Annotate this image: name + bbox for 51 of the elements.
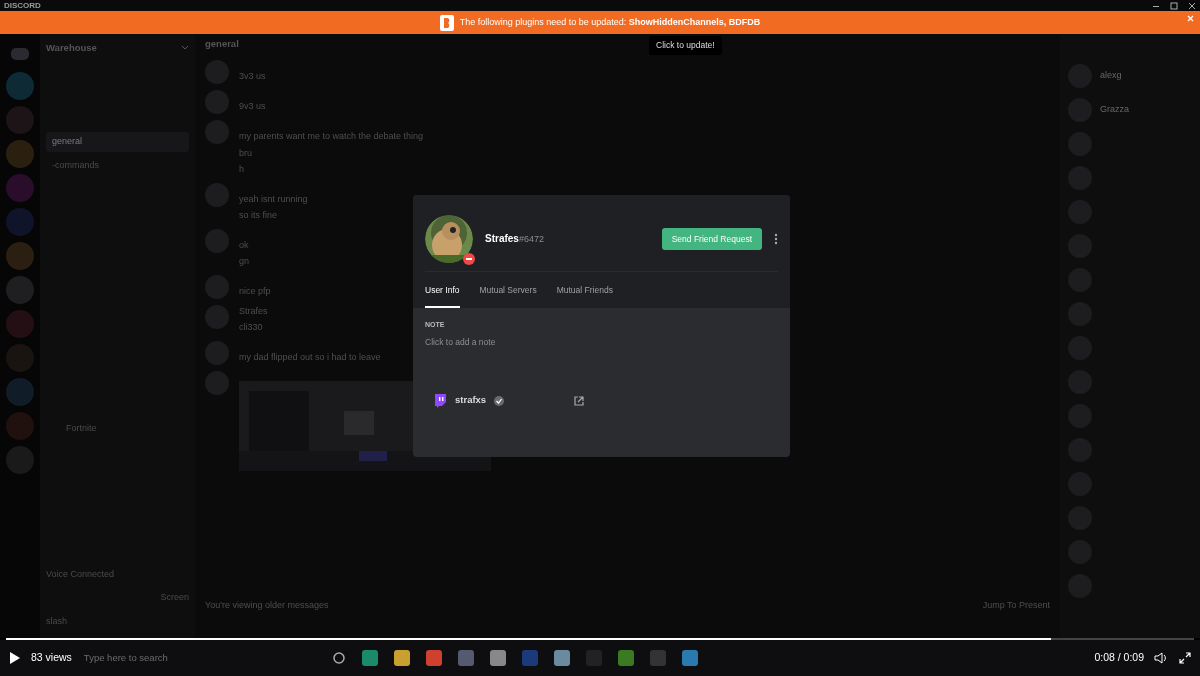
cortana-icon[interactable] [331,651,346,665]
close-icon[interactable] [1188,1,1196,10]
twitch-icon [433,393,447,408]
view-count: 83 views [31,650,72,666]
taskbar-search-field[interactable]: Type here to search [81,649,212,667]
profile-tab[interactable]: Mutual Friends [556,284,613,308]
app-icon[interactable] [425,650,442,666]
exit-fullscreen-icon[interactable] [1178,651,1192,665]
message-text: ok [239,238,249,252]
more-icon[interactable] [774,233,778,245]
note-field[interactable]: Click to add a note [425,336,778,349]
volume-icon[interactable] [1154,651,1168,665]
video-time: 0:08 / 0:09 [1094,650,1144,666]
channel-item[interactable]: general [46,132,189,152]
message-text: 3v3 us [239,70,266,83]
plugin-logo-icon [439,14,454,31]
app-icon[interactable] [617,650,634,666]
channel-title: general [205,36,239,51]
app-icon[interactable] [489,650,506,666]
maximize-icon[interactable] [1170,1,1178,10]
external-link-icon[interactable] [573,394,585,407]
friend-request-button[interactable]: Send Friend Request [661,227,762,251]
message-text: my parents want me to watch the debate thing [239,130,424,143]
channel-item[interactable]: -commands [46,155,189,175]
message-text: cli330 [239,321,264,334]
message-text: yeah isnt running [239,192,308,206]
message-text: gn [239,255,249,268]
jump-button[interactable]: Jump To Present [982,598,1050,612]
tooltip: Click to update! [649,36,722,55]
member-name[interactable]: Grazza [1100,103,1129,117]
status-icon [463,253,475,265]
profile-tab[interactable]: User Info [425,284,460,308]
app-icon[interactable] [553,650,570,666]
play-icon[interactable] [8,651,21,665]
username: Strafes#6472 [485,232,544,247]
profile-tab[interactable]: Mutual Servers [479,284,537,308]
chevron-icon[interactable] [181,45,189,51]
message-text: 9v3 us [239,100,266,113]
message-text: nice pfp [239,284,271,298]
app-icon[interactable] [681,650,698,666]
window-title: DISCORD [4,0,41,12]
message-text: so its fine [239,209,279,222]
channel-item[interactable]: Fortnite [46,419,189,439]
connection-name: strafxs [455,393,487,408]
message-author: Strafes [239,304,268,318]
app-icon[interactable] [393,650,410,666]
banner-message[interactable]: The following plugins need to be updated: ShowHiddenChannels, BDFDB [459,15,761,30]
server-name[interactable]: Warehouse [46,40,97,56]
older-messages-notice: You're viewing older messages [205,598,329,612]
member-name[interactable]: alexg [1100,69,1122,83]
app-icon[interactable] [361,650,378,666]
